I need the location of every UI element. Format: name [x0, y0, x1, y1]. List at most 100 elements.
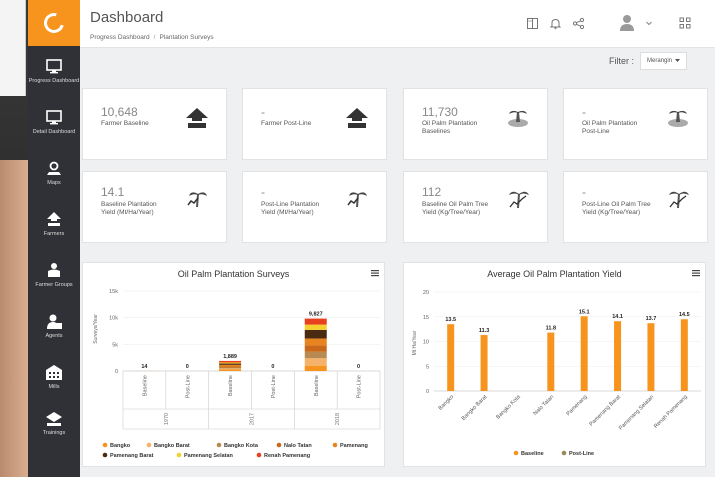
bar-value-label: 11.8	[546, 326, 556, 332]
x-tick-label: Nalo Tatan	[532, 394, 555, 417]
bar-segment[interactable]	[219, 362, 242, 364]
legend-marker	[216, 442, 222, 448]
sidebar-item-label: Maps	[47, 180, 61, 186]
page-title: Dashboard	[90, 9, 164, 26]
y-axis-label: Mt Ha/Year	[412, 330, 418, 355]
legend-label[interactable]: Pamenang Barat	[110, 453, 154, 459]
sidebar-item-detail-dashboard[interactable]: Detail Dashboard	[28, 97, 80, 148]
bar[interactable]	[580, 316, 588, 391]
apps-grid-icon[interactable]	[679, 17, 691, 29]
bar-total-label: 9,827	[309, 312, 323, 318]
y-tick-label: 10	[423, 340, 429, 346]
stat-label: Baseline Oil Palm Tree Yield (Kg/Tree/Ye…	[422, 201, 489, 216]
y-tick-label: 5	[426, 364, 429, 370]
x-sub-label: Post-Line	[185, 375, 191, 398]
bar[interactable]	[480, 335, 488, 391]
user-avatar-icon[interactable]	[619, 14, 635, 32]
stat-card: - Oil Palm Plantation Post-Line	[563, 88, 708, 160]
bar[interactable]	[547, 332, 555, 391]
sidebar-item-maps[interactable]: Maps	[28, 148, 80, 199]
legend-label[interactable]: Bangko Barat	[154, 443, 190, 449]
stat-label: Farmer Baseline	[101, 120, 149, 127]
stat-card: - Post-Line Plantation Yield (Mt/Ha/Year)	[242, 171, 387, 243]
palm-tree-yield-icon	[509, 191, 529, 208]
farmer-groups-icon	[48, 263, 60, 277]
yield-chart-card: Average Oil Palm Plantation Yield 0 5 10 15…	[403, 262, 706, 467]
legend-marker	[561, 450, 567, 456]
x-tick-label: Renah Pamenang	[653, 394, 689, 430]
mill-icon	[46, 365, 62, 380]
sidebar-item-mills[interactable]: Mills	[28, 352, 80, 403]
y-tick-label: 20	[423, 290, 429, 296]
legend-label[interactable]: Bangko Kota	[224, 443, 259, 449]
bar-segment[interactable]	[304, 318, 327, 325]
stat-label: Farmer Post-Line	[261, 120, 312, 127]
share-icon[interactable]	[572, 17, 585, 30]
bar-segment[interactable]	[219, 363, 242, 365]
bar-segment[interactable]	[219, 367, 242, 369]
legend-marker	[102, 452, 108, 458]
stat-label: Oil Palm Plantation Post-Line	[582, 120, 638, 135]
y-tick-label: 0	[115, 369, 118, 375]
bar-segment[interactable]	[219, 364, 242, 367]
chevron-down-icon[interactable]	[645, 19, 653, 27]
sidebar-item-farmer-groups[interactable]: Farmer Groups	[28, 250, 80, 301]
bar-segment[interactable]	[219, 368, 242, 370]
bar-segment[interactable]	[304, 351, 327, 359]
stat-value: -	[261, 185, 265, 199]
legend-marker	[256, 452, 262, 458]
bar-segment[interactable]	[304, 345, 327, 352]
legend-label[interactable]: Pamenang	[340, 443, 368, 449]
sidebar-item-label: Agents	[45, 333, 63, 339]
bar-segment[interactable]	[304, 358, 327, 366]
app-logo[interactable]	[28, 0, 80, 46]
breadcrumb-item[interactable]: Progress Dashboard	[90, 34, 150, 41]
stat-label: Oil Palm Plantation Baselines	[422, 120, 478, 135]
bar-segment[interactable]	[304, 324, 327, 330]
background-left	[0, 0, 28, 477]
sidebar-item-agents[interactable]: Agents	[28, 301, 80, 352]
bar-segment[interactable]	[219, 360, 242, 363]
bar-segment[interactable]	[304, 329, 327, 339]
legend-label[interactable]: Post-Line	[569, 451, 594, 457]
bar-value-label: 13.7	[646, 316, 657, 322]
bar[interactable]	[680, 319, 688, 391]
legend-label[interactable]: Renah Pamenang	[264, 453, 310, 459]
monitor-icon	[46, 59, 62, 74]
bar-segment[interactable]	[219, 366, 242, 368]
bar-segment[interactable]	[219, 369, 242, 371]
x-sub-label: Post-Line	[357, 375, 363, 398]
legend-label[interactable]: Pamenang Selatan	[184, 453, 234, 459]
bar[interactable]	[614, 321, 622, 391]
legend-label[interactable]: Baseline	[521, 451, 544, 457]
caret-down-icon	[675, 59, 680, 62]
book-icon[interactable]	[526, 17, 539, 30]
map-pin-icon	[47, 161, 61, 175]
x-tick-label: Bangko Barat	[461, 394, 489, 422]
stat-value: 14.1	[101, 185, 125, 199]
filter-dropdown[interactable]: Merangin	[639, 52, 687, 70]
legend-marker	[176, 452, 182, 458]
sidebar-item-progress-dashboard[interactable]: Progress Dashboard	[28, 46, 80, 97]
bar-value-label: 14.1	[612, 314, 623, 320]
filter-bar: Filter : Merangin	[80, 48, 715, 76]
bar-segment[interactable]	[304, 365, 327, 371]
sidebar-item-farmers[interactable]: Farmers	[28, 199, 80, 250]
bar-segment[interactable]	[304, 338, 327, 346]
sidebar-nav: Progress Dashboard Detail Dashboard Maps Fa…	[28, 46, 80, 443]
yield-palm-icon	[187, 192, 207, 207]
sidebar-item-label: Mills	[48, 384, 60, 390]
training-icon	[46, 411, 62, 426]
sidebar-item-trainings[interactable]: Trainings	[28, 403, 80, 443]
bar[interactable]	[447, 324, 455, 391]
stat-value: -	[582, 105, 586, 119]
bar[interactable]	[647, 323, 655, 391]
legend-marker	[146, 442, 152, 448]
sidebar: Progress Dashboard Detail Dashboard Maps Fa…	[28, 0, 80, 477]
yield-palm-icon	[347, 192, 367, 207]
legend-label[interactable]: Nalo Tatan	[284, 443, 312, 449]
legend-marker	[102, 442, 108, 448]
bar-total-label: 14	[141, 364, 148, 370]
bell-icon[interactable]	[549, 17, 562, 30]
legend-label[interactable]: Bangko	[110, 443, 131, 449]
